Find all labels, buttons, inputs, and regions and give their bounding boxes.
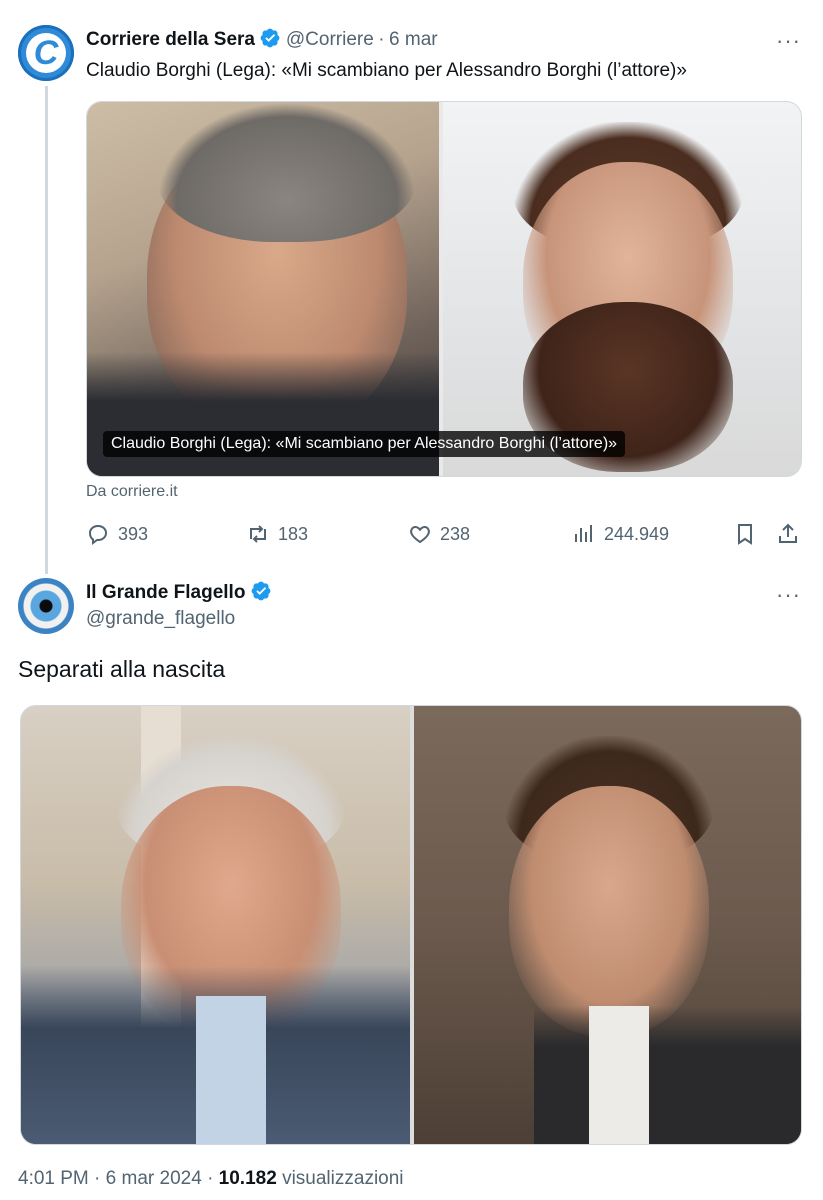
quoted-tweet-header: Corriere della Sera @Corriere · 6 mar [86,27,438,51]
like-icon [410,525,430,544]
like-button[interactable]: 238 [408,522,470,546]
photo-left [87,102,439,476]
retweet-icon [250,525,266,543]
retweet-button[interactable]: 183 [246,522,308,546]
views-count: 10.182 [218,1168,277,1189]
like-count: 238 [440,523,471,544]
verified-icon [251,581,271,601]
quoted-tweet-text: Claudio Borghi (Lega): «Mi scambiano per… [86,60,687,81]
thread-line [45,86,48,574]
link-card-image[interactable]: Claudio Borghi (Lega): «Mi scambiano per… [86,101,802,477]
corriere-logo: C [26,33,66,73]
photo-left [21,706,410,1144]
more-icon[interactable]: ··· [776,28,801,54]
tweet-date[interactable]: 6 mar [389,29,438,50]
views-icon [575,525,592,542]
share-icon [779,523,797,543]
reply-button[interactable]: 393 [86,522,148,546]
photo-right [414,706,801,1144]
tweet-image[interactable] [20,705,802,1145]
tweet-date: 6 mar 2024 [105,1168,202,1189]
main-tweet-text: Separati alla nascita [18,656,226,682]
bookmark-button[interactable] [733,522,757,546]
dot-separator: · [94,1168,101,1189]
verified-icon [261,28,280,48]
views-label: visualizzazioni [282,1168,404,1189]
grande-flagello-avatar[interactable] [18,578,74,634]
tweet-timestamp[interactable]: 4:01 PM · 6 mar 2024 · 10.182 visualizza… [18,1168,404,1190]
share-button[interactable] [776,522,800,546]
dot-separator: · [378,29,385,50]
views-count: 244.949 [604,523,670,544]
bookmark-icon [738,524,752,545]
author-name[interactable]: Il Grande Flagello [86,582,245,603]
card-source[interactable]: Da corriere.it [86,483,178,501]
dot-separator: · [207,1168,214,1189]
author-handle[interactable]: @grande_flagello [86,608,235,630]
more-icon[interactable]: ··· [776,582,801,608]
retweet-count: 183 [278,523,309,544]
views-button[interactable]: 244.949 [572,522,669,546]
author-handle[interactable]: @Corriere [286,29,374,50]
author-name[interactable]: Corriere della Sera [86,29,255,50]
reply-icon [88,524,108,545]
photo-right [443,102,801,476]
main-tweet-header: Il Grande Flagello [86,580,272,604]
tweet-time: 4:01 PM [18,1168,89,1189]
corriere-avatar[interactable]: C [18,25,74,81]
reply-count: 393 [118,523,149,544]
card-caption: Claudio Borghi (Lega): «Mi scambiano per… [103,431,626,457]
